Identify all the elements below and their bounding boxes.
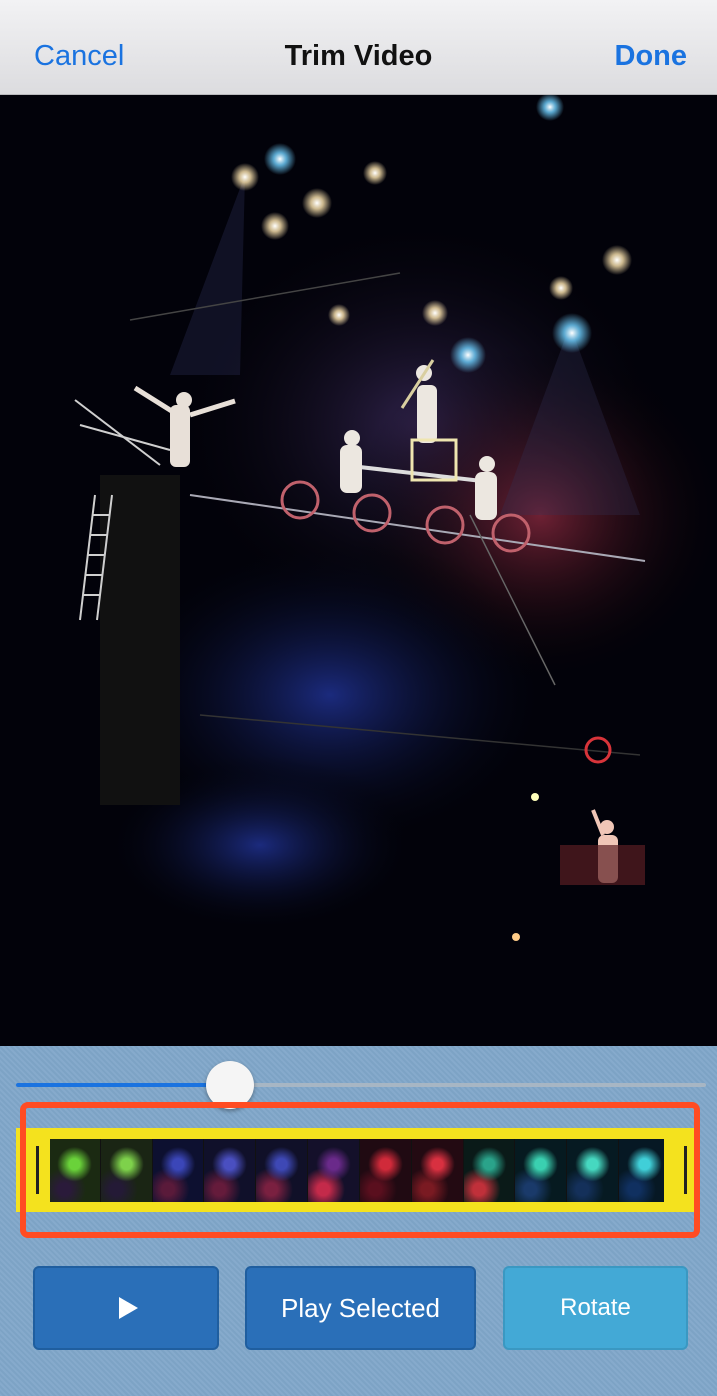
rotate-label: Rotate (560, 1294, 631, 1321)
play-icon (118, 1297, 138, 1319)
playback-progress-fill (16, 1083, 230, 1087)
play-selected-label: Play Selected (281, 1292, 440, 1323)
play-selected-button[interactable]: Play Selected (245, 1266, 476, 1350)
play-button[interactable] (33, 1266, 219, 1350)
video-preview[interactable] (0, 95, 717, 1046)
cancel-button[interactable]: Cancel (34, 38, 124, 74)
circus-scene-image (0, 95, 717, 1046)
done-button[interactable]: Done (615, 38, 688, 74)
trim-area-highlight (20, 1102, 700, 1238)
navigation-bar: Cancel Trim Video Done (0, 0, 717, 95)
playback-scrubber-track[interactable] (16, 1083, 706, 1087)
rotate-button[interactable]: Rotate (503, 1266, 688, 1350)
